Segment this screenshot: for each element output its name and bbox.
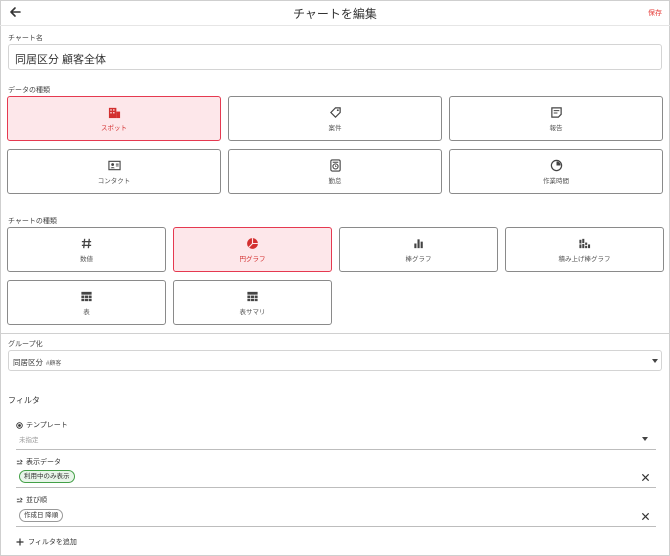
clock-icon [550,159,562,171]
sort-label: 並び順 [26,497,47,504]
display-data-row-label: 表示データ [16,457,61,467]
chart-type-bar[interactable]: 棒グラフ [339,227,498,272]
data-type-label: データの種類 [8,87,50,94]
page-title: チャートを編集 [293,7,377,21]
template-label: テンプレート [26,422,68,429]
chart-type-label-pie: 円グラフ [239,255,266,263]
sort-arrows-icon [16,497,23,502]
data-type-label-contact: コンタクト [97,177,131,185]
chart-type-table[interactable]: 表 [7,280,166,325]
sort-chip[interactable]: 作成日 降順 [19,509,64,522]
display-data-label: 表示データ [26,459,61,466]
sort-row-label: 並び順 [16,495,47,505]
plus-icon [16,538,24,546]
template-underline [16,449,656,450]
radio-checked-icon[interactable] [16,421,23,429]
grouping-select[interactable]: 同居区分 #顧客 [8,350,662,371]
chart-type-label-stacked-bar: 積み上げ棒グラフ [558,255,611,263]
display-data-underline [16,487,656,488]
add-filter-label: フィルタを追加 [28,539,77,546]
data-type-report[interactable]: 報告 [449,96,663,141]
data-type-label-deal: 案件 [328,124,342,132]
template-placeholder[interactable]: 未指定 [19,434,39,444]
app-frame [0,0,670,556]
data-type-deal[interactable]: 案件 [228,96,442,141]
template-row-label: テンプレート [16,420,68,430]
filter-title: フィルタ [8,396,40,405]
grouping-value: 同居区分 [13,358,43,367]
data-type-worktime[interactable]: 作業時間 [449,149,663,194]
table-summary-icon [247,291,258,301]
chart-type-label: チャートの種類 [8,218,57,225]
header: チャートを編集 保存 [0,0,670,26]
close-icon[interactable] [641,473,650,482]
data-type-spot[interactable]: スポット [7,96,221,141]
save-button[interactable]: 保存 [648,8,662,18]
template-chevron-down-icon[interactable] [642,437,648,441]
tag-icon [329,106,341,118]
chart-type-table-summary[interactable]: 表サマリ [173,280,332,325]
data-type-label-spot: スポット [101,124,127,132]
note-icon [550,106,562,118]
chart-name-label: チャート名 [8,35,43,42]
building-icon [108,107,120,118]
chart-type-label-table: 表 [83,308,90,316]
chart-type-label-bar: 棒グラフ [405,255,432,263]
display-data-chip[interactable]: 利用中のみ表示 [19,470,75,483]
chart-type-number[interactable]: 数値 [7,227,166,272]
chart-type-label-table-summary: 表サマリ [239,308,266,316]
chart-type-stacked-bar[interactable]: 積み上げ棒グラフ [505,227,664,272]
chart-type-label-number: 数値 [80,255,93,263]
section-divider [0,333,670,334]
chart-name-input[interactable]: 同居区分 顧客全体 [8,44,662,70]
hash-icon [81,238,92,248]
chart-type-pie[interactable]: 円グラフ [173,227,332,272]
grouping-label: グループ化 [8,341,43,348]
sort-arrows-icon [16,459,23,464]
table-icon [81,291,92,301]
close-icon[interactable] [641,512,650,521]
data-type-contact[interactable]: コンタクト [7,149,221,194]
contact-card-icon [107,160,121,170]
data-type-attendance[interactable]: 勤怠 [228,149,442,194]
pie-chart-icon [247,237,258,249]
grouping-tag: #顧客 [46,361,62,367]
sort-underline [16,526,656,527]
data-type-label-worktime: 作業時間 [543,177,569,185]
data-type-label-attendance: 勤怠 [328,177,342,185]
data-type-label-report: 報告 [549,124,563,132]
add-filter-button[interactable]: フィルタを追加 [16,537,77,547]
bar-chart-icon [414,238,423,248]
stacked-bar-icon [579,238,591,248]
timeclock-icon [329,158,341,172]
chevron-down-icon [652,359,658,363]
